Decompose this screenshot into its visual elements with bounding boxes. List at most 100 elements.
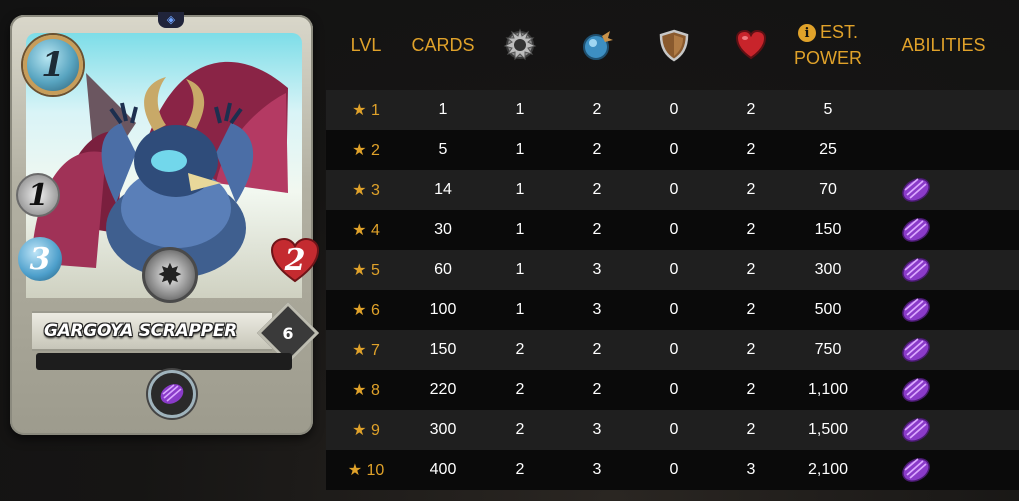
card-name: GARGOYA SCRAPPER — [44, 321, 237, 341]
card-xp-bar — [36, 353, 292, 370]
level-cell: ★ 3 — [326, 180, 406, 200]
table-row: ★ 2 5 1 2 0 2 25 — [326, 130, 1019, 170]
cards-cell: 60 — [434, 261, 452, 278]
level-value: 2 — [370, 142, 380, 159]
est-power-cell: 1,500 — [807, 421, 849, 438]
est-power-line2: POWER — [793, 48, 862, 68]
melee-cell: 2 — [515, 461, 525, 478]
health-cell: 2 — [746, 141, 756, 158]
level-cell: ★ 1 — [326, 100, 406, 120]
star-icon: ★ — [352, 262, 371, 279]
star-icon: ★ — [352, 142, 371, 159]
level-value: 6 — [370, 302, 380, 319]
health-cell: 2 — [746, 301, 756, 318]
melee-cell: 2 — [515, 421, 525, 438]
est-power-cell: 2,100 — [807, 461, 849, 478]
star-icon: ★ — [347, 462, 367, 479]
health-heart-icon — [735, 29, 767, 60]
est-power-cell: 150 — [814, 221, 842, 238]
health-cell: 3 — [746, 461, 756, 478]
scrap-ability-icon — [902, 458, 930, 482]
level-cell: ★ 10 — [326, 460, 406, 480]
level-cell: ★ 6 — [326, 300, 406, 320]
abilities-cell[interactable] — [868, 454, 1019, 486]
armor-cell: 0 — [669, 261, 679, 278]
cards-cell: 5 — [438, 141, 448, 158]
info-icon[interactable]: i — [797, 24, 816, 43]
table-row: ★ 1112025 — [326, 90, 1019, 130]
table-row: ★ 6 100 1 3 0 2 500 — [326, 290, 1019, 330]
level-cell: ★ 5 — [326, 260, 406, 280]
speed-cell: 2 — [592, 101, 602, 118]
scrap-ability-icon — [902, 378, 930, 402]
est-power-cell: 1,100 — [807, 381, 849, 398]
mana-cost: 1 — [23, 35, 83, 95]
scrap-ability-icon — [902, 298, 930, 322]
level-value: 1 — [370, 102, 380, 119]
melee-cell: 1 — [515, 301, 525, 318]
melee-attack-stat: 1 — [16, 173, 60, 217]
header-cards: CARDS — [411, 35, 475, 55]
est-power-cell: 5 — [823, 101, 833, 118]
cards-cell: 400 — [429, 461, 457, 478]
melee-cell: 1 — [515, 141, 525, 158]
scrap-ability-icon — [902, 178, 930, 202]
star-icon: ★ — [352, 102, 371, 119]
header-est-power: i EST. POWER — [788, 19, 868, 71]
star-icon: ★ — [352, 182, 371, 199]
abilities-cell[interactable] — [868, 294, 1019, 326]
monster-card[interactable]: ◈ 1 1 3 2 ✸ GARGOYA SCRAPPER 6 — [10, 12, 320, 435]
armor-cell: 0 — [669, 341, 679, 358]
speed-cell: 3 — [592, 461, 602, 478]
header-melee — [480, 28, 560, 62]
cards-cell: 100 — [429, 301, 457, 318]
health-cell: 2 — [746, 181, 756, 198]
scrap-ability-icon — [902, 218, 930, 242]
est-power-cell: 25 — [819, 141, 837, 158]
abilities-cell[interactable] — [868, 374, 1019, 406]
abilities-cell[interactable] — [868, 414, 1019, 446]
level-value: 3 — [370, 182, 380, 199]
star-icon: ★ — [352, 302, 371, 319]
health-cell: 2 — [746, 101, 756, 118]
armor-cell: 0 — [669, 421, 679, 438]
table-body: ★ 1 1 1 2 0 2 5 ★ 2 5 1 2 0 2 25 ★ 3 14 1 2 0 2 70 ★ 4 30 1 2 0 2 1… — [326, 90, 1019, 490]
melee-cell: 2 — [515, 341, 525, 358]
table-header: LVL CARDS i EST. POWER ABILITIES — [326, 0, 1019, 90]
abilities-cell[interactable] — [868, 334, 1019, 366]
card-level-value: 6 — [282, 323, 294, 343]
header-health — [714, 28, 788, 62]
est-power-cell: 500 — [814, 301, 842, 318]
card-ability-slot[interactable] — [148, 370, 196, 418]
cards-cell: 1 — [438, 101, 448, 118]
health-cell: 2 — [746, 341, 756, 358]
armor-cell: 0 — [669, 461, 679, 478]
scrap-ability-icon — [902, 338, 930, 362]
health-cell: 2 — [746, 221, 756, 238]
header-armor — [634, 28, 714, 62]
star-icon: ★ — [352, 382, 371, 399]
abilities-cell[interactable] — [868, 254, 1019, 286]
level-value: 10 — [366, 462, 385, 479]
table-row: ★ 4 30 1 2 0 2 150 — [326, 210, 1019, 250]
speed-cell: 2 — [592, 141, 602, 158]
armor-cell: 0 — [669, 181, 679, 198]
header-abilities: ABILITIES — [901, 35, 986, 55]
level-cell: ★ 9 — [326, 420, 406, 440]
abilities-cell[interactable] — [868, 174, 1019, 206]
abilities-cell[interactable] — [868, 214, 1019, 246]
health-stat: 2 — [270, 237, 320, 283]
table-row: ★ 8 220 2 2 0 2 1,100 — [326, 370, 1019, 410]
speed-cell: 2 — [592, 381, 602, 398]
level-value: 4 — [370, 222, 380, 239]
table-row: ★ 3 14 1 2 0 2 70 — [326, 170, 1019, 210]
armor-cell: 0 — [669, 301, 679, 318]
est-power-cell: 70 — [819, 181, 837, 198]
armor-shield-icon — [659, 29, 689, 62]
est-power-line1: i EST. — [797, 19, 858, 45]
cards-cell: 220 — [429, 381, 457, 398]
health-value: 2 — [284, 242, 306, 278]
level-cell: ★ 7 — [326, 340, 406, 360]
star-icon: ★ — [352, 342, 371, 359]
scrap-ability-icon — [160, 384, 184, 404]
